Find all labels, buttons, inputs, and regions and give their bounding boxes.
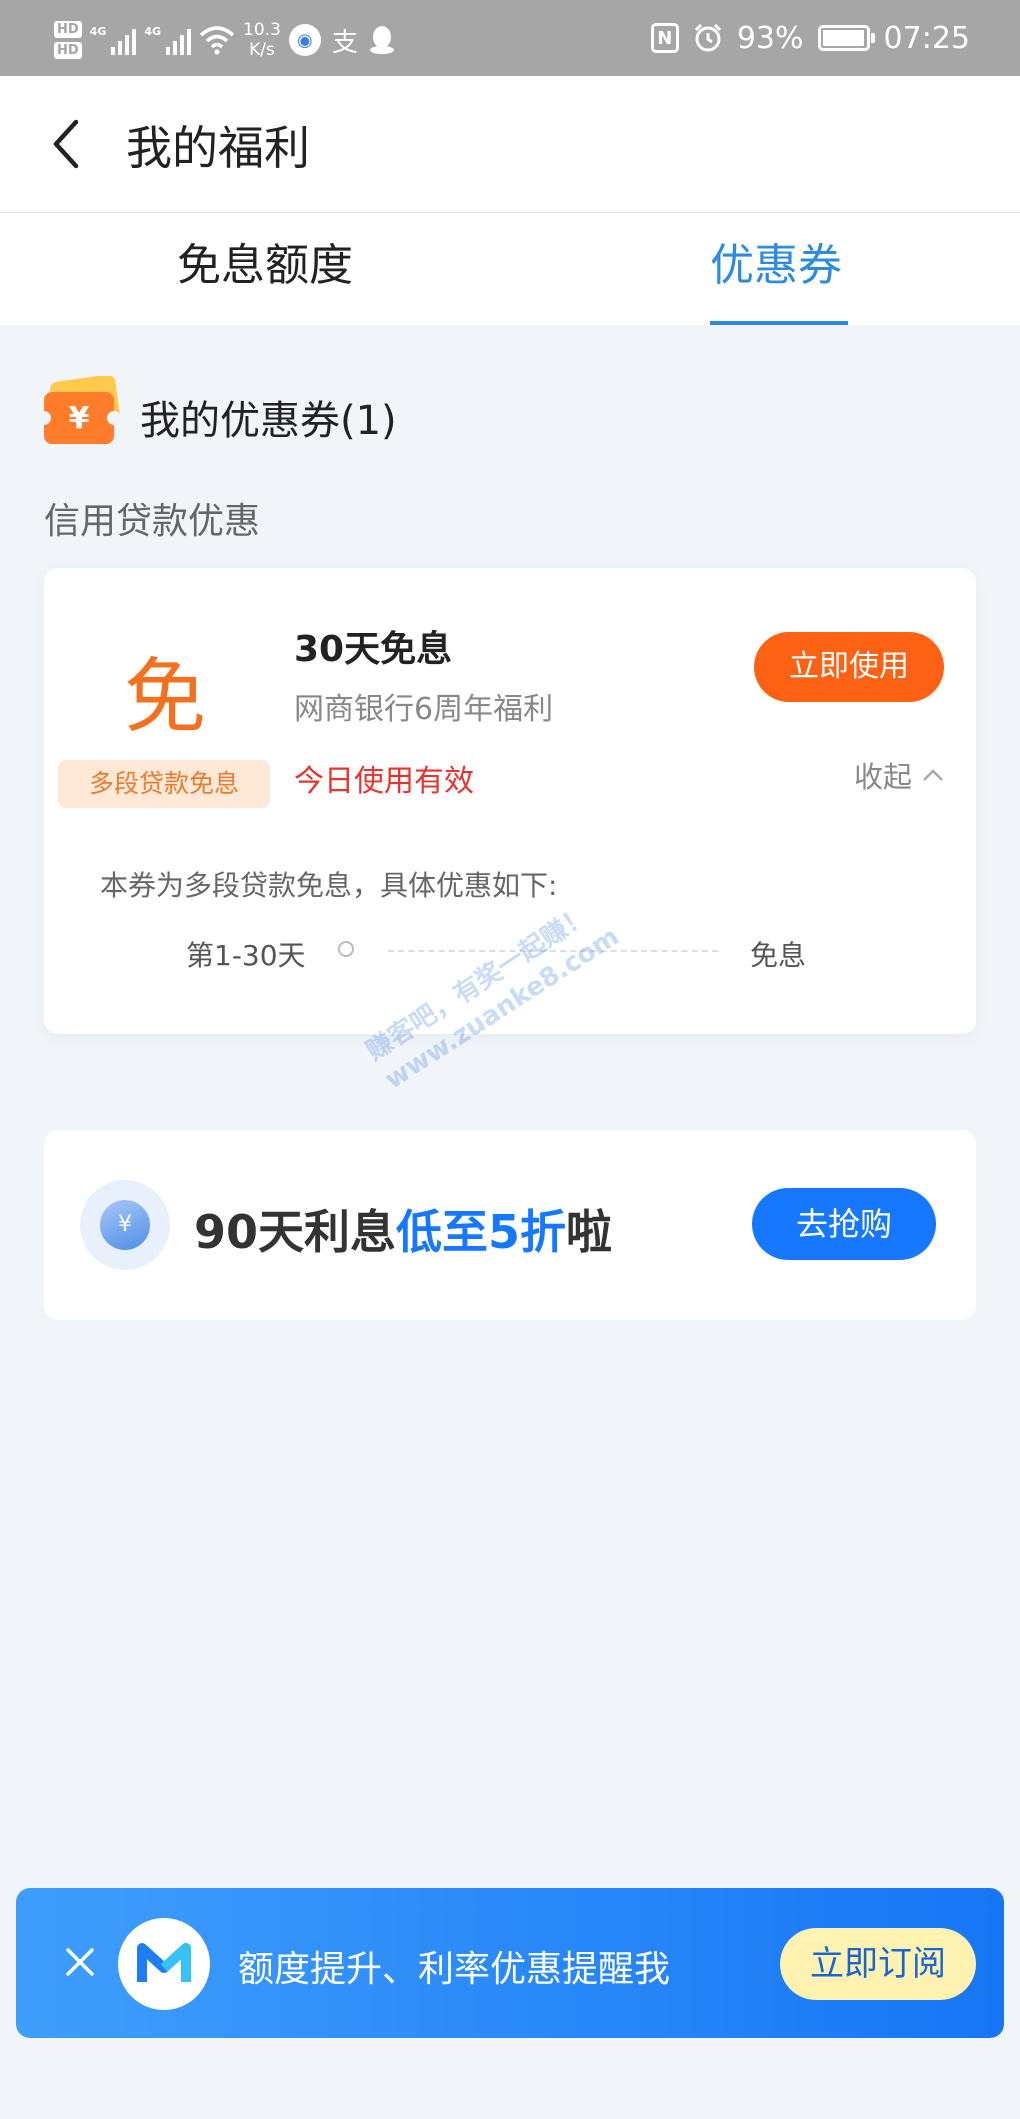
coin-icon: ¥ (80, 1180, 170, 1270)
banner-text: 额度提升、利率优惠提醒我 (238, 1949, 671, 1990)
tab-label: 免息额度 (177, 240, 353, 291)
speed-value: 10.3 (243, 20, 281, 40)
coupon-detail-note: 本券为多段贷款免息，具体优惠如下: (100, 869, 558, 902)
collapse-toggle[interactable]: 收起 (854, 754, 944, 796)
status-left: HD HD 4G 4G 10.3 K/s ◉ 支 (54, 12, 395, 68)
status-right: N 93% 07:25 (650, 0, 970, 76)
signal-icon: 4G (144, 25, 192, 55)
network-type: 4G (144, 25, 162, 38)
network-type: 4G (89, 25, 107, 38)
tab-label: 优惠券 (710, 240, 842, 291)
app-logo-icon (118, 1918, 210, 2010)
promo-text: 90天利息低至5折啦 (194, 1196, 612, 1262)
status-bar: HD HD 4G 4G 10.3 K/s ◉ 支 N 93% 07:25 (0, 0, 1020, 76)
browser-icon: ◉ (288, 24, 321, 56)
nfc-icon: N (650, 23, 679, 53)
app-header: 我的福利 (0, 76, 1020, 213)
battery-icon (817, 25, 875, 51)
subscribe-banner: 额度提升、利率优惠提醒我 立即订阅 (16, 1888, 1004, 2038)
go-buy-button[interactable]: 去抢购 (752, 1188, 936, 1260)
qq-icon (369, 26, 394, 54)
wifi-icon (199, 26, 235, 55)
speed-unit: K/s (249, 40, 275, 60)
coupon-type-char: 免 (124, 650, 207, 745)
schedule-benefit: 免息 (750, 939, 807, 972)
coupon-validity: 今日使用有效 (294, 764, 474, 799)
hd-badge: HD (54, 21, 82, 38)
close-icon[interactable] (52, 1934, 108, 1990)
coupon-tag: 多段贷款免息 (58, 760, 270, 808)
back-arrow-icon[interactable] (40, 114, 100, 174)
coupons-section-title: 我的优惠券(1) (140, 398, 397, 444)
coupon-title: 30天免息 (294, 629, 453, 670)
chevron-up-icon (923, 769, 943, 781)
use-now-button[interactable]: 立即使用 (754, 632, 944, 702)
svg-text:¥: ¥ (69, 401, 90, 436)
alipay-icon: 支 (331, 27, 358, 58)
coupon-category-label: 信用贷款优惠 (44, 501, 261, 542)
tab-interest-free-quota[interactable]: 免息额度 (130, 213, 400, 325)
promo-text-prefix: 90天利息 (194, 1205, 397, 1259)
subscribe-button[interactable]: 立即订阅 (780, 1928, 976, 2000)
schedule-period: 第1-30天 (186, 939, 306, 972)
page-title: 我的福利 (126, 121, 310, 175)
network-speed: 10.3 K/s (243, 20, 281, 60)
promo-text-suffix: 啦 (566, 1205, 613, 1259)
active-tab-indicator (710, 321, 848, 325)
signal-icon: 4G (90, 25, 137, 55)
hd-badge: HD (54, 42, 82, 59)
promo-text-highlight: 低至5折 (396, 1205, 567, 1259)
coupon-ticket-icon: ¥ (42, 376, 121, 444)
battery-percent: 93% (736, 20, 804, 56)
collapse-label: 收起 (854, 760, 913, 794)
coupon-description: 网商银行6周年福利 (294, 692, 554, 727)
clock: 07:25 (883, 20, 970, 56)
tab-coupons[interactable]: 优惠券 (660, 213, 892, 325)
tab-bar: 免息额度 优惠券 (0, 213, 1020, 325)
timeline-dot (338, 941, 354, 957)
promo-card: ¥ 90天利息低至5折啦 去抢购 (44, 1130, 976, 1320)
hd-indicators: HD HD (54, 21, 82, 59)
alarm-icon (694, 23, 721, 52)
